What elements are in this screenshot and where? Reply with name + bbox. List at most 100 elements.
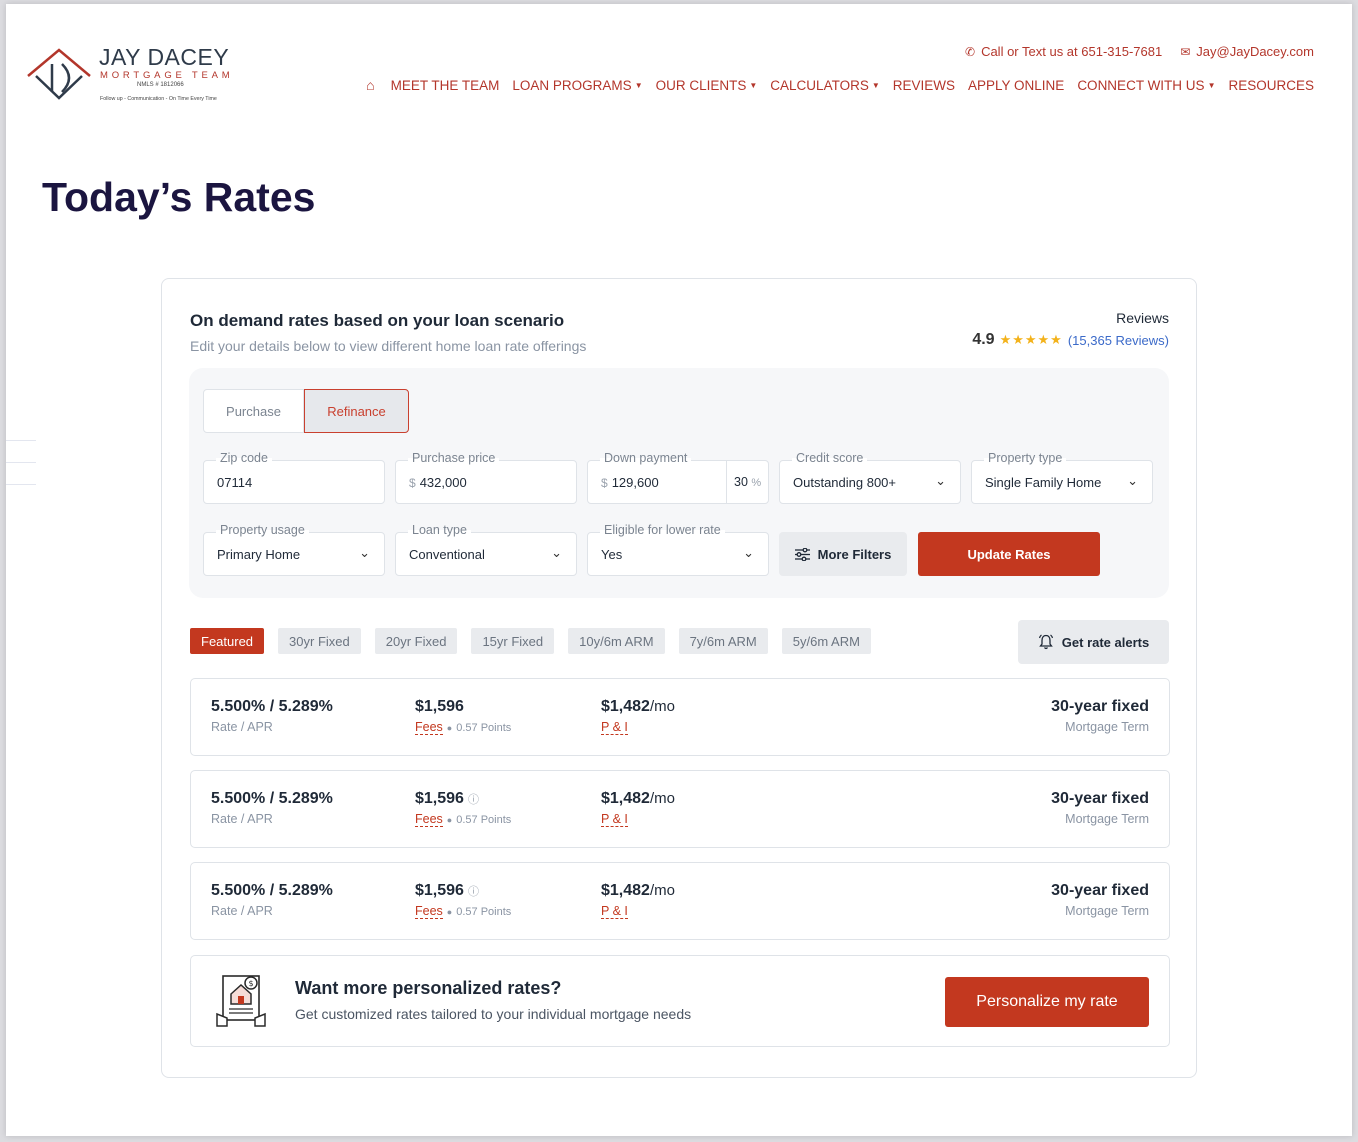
rate-apr-value: 5.500% / 5.289% [211, 882, 333, 899]
payment-value: $1,482 [601, 790, 650, 807]
payment-line: $1,482/mo [601, 698, 675, 716]
tab-15yr-fixed[interactable]: 15yr Fixed [471, 628, 555, 654]
points-value: 0.57 Points [456, 906, 512, 918]
more-filters-button[interactable]: More Filters [779, 532, 907, 576]
contact-bar: ✆ Call or Text us at 651-315-7681 ✉ Jay@Ja… [965, 44, 1314, 59]
home-icon[interactable]: ⌂ [366, 77, 374, 93]
nav-item-resources[interactable]: RESOURCES [1228, 78, 1314, 93]
nav-label: CONNECT WITH US [1077, 77, 1205, 93]
fees-value: $1,596 [415, 698, 464, 715]
property-usage-select[interactable]: Property usage Primary Home ⌄ [203, 523, 385, 576]
nav-item-apply-online[interactable]: APPLY ONLINE [968, 78, 1064, 93]
credit-score-value: Outstanding 800+ [793, 475, 896, 490]
nav-item-loan-programs[interactable]: LOAN PROGRAMS ▼ [512, 78, 642, 93]
house-document-icon: $ [216, 975, 266, 1027]
tab-5y-6m-arm[interactable]: 5y/6m ARM [781, 628, 871, 654]
nav-item-reviews[interactable]: REVIEWS [893, 78, 955, 93]
promo-subtext: Get customized rates tailored to your in… [295, 1006, 692, 1022]
brand-logo[interactable]: JAY DACEY MORTGAGE TEAM NMLS # 1812066 F… [26, 44, 246, 106]
payment-line: $1,482/mo [601, 882, 675, 900]
info-icon[interactable]: ⓘ [468, 794, 479, 806]
rate-col: 5.500% / 5.289% Rate / APR [211, 698, 333, 734]
background-line [6, 440, 36, 441]
rate-row[interactable]: 5.500% / 5.289% Rate / APR $1,596 Fees ● 0… [190, 678, 1170, 756]
field-label: Down payment [600, 451, 692, 465]
svg-text:$: $ [249, 979, 254, 988]
tab-featured[interactable]: Featured [190, 628, 265, 654]
loan-type-select[interactable]: Loan type Conventional ⌄ [395, 523, 577, 576]
chevron-down-icon: ⌄ [935, 473, 946, 488]
currency-prefix: $ [409, 476, 416, 490]
payment-unit: /mo [649, 698, 675, 715]
nav-item-meet-the-team[interactable]: MEET THE TEAM [391, 78, 500, 93]
fees-col: $1,596 Fees ● 0.57 Points [415, 698, 512, 735]
bell-icon [1038, 634, 1053, 650]
payment-label[interactable]: P & I [601, 720, 628, 735]
percent-sign: % [751, 477, 762, 489]
payment-line: $1,482/mo [601, 790, 675, 808]
update-rates-button[interactable]: Update Rates [918, 532, 1100, 576]
payment-label-line: P & I [601, 812, 675, 827]
payment-label[interactable]: P & I [601, 812, 628, 827]
rate-row[interactable]: 5.500% / 5.289% Rate / APR $1,596 ⓘ Fees ●… [190, 862, 1170, 940]
refinance-toggle[interactable]: Refinance [304, 389, 409, 433]
credit-score-select[interactable]: Credit score Outstanding 800+ ⌄ [779, 451, 961, 504]
chevron-down-icon: ⌄ [359, 545, 370, 560]
down-payment-percent-input[interactable]: 30 % [726, 461, 768, 503]
tab-7y-6m-arm[interactable]: 7y/6m ARM [678, 628, 768, 654]
caret-down-icon: ▼ [749, 81, 758, 91]
rate-col: 5.500% / 5.289% Rate / APR [211, 790, 333, 826]
loan-term-tabs: Featured 30yr Fixed 20yr Fixed 15yr Fixe… [190, 628, 871, 654]
term-value: 30-year fixed [1051, 790, 1149, 807]
rate-apr-value: 5.500% / 5.289% [211, 698, 333, 715]
brand-tagline: Follow up - Communication - On Time Ever… [100, 96, 217, 102]
purchase-price-field[interactable]: Purchase price $432,000 [395, 451, 577, 504]
down-payment-field[interactable]: Down payment $129,600 30 % [587, 451, 769, 504]
term-value: 30-year fixed [1051, 882, 1149, 899]
payment-label[interactable]: P & I [601, 904, 628, 919]
bullet-separator: ● [446, 815, 453, 825]
field-label: Zip code [216, 451, 272, 465]
purchase-toggle[interactable]: Purchase [203, 389, 304, 433]
tab-30yr-fixed[interactable]: 30yr Fixed [278, 628, 361, 654]
rate-row[interactable]: 5.500% / 5.289% Rate / APR $1,596 ⓘ Fees ●… [190, 770, 1170, 848]
nav-item-connect-with-us[interactable]: CONNECT WITH US ▼ [1077, 78, 1215, 93]
fees-line-top: $1,596 ⓘ [415, 790, 511, 808]
property-type-select[interactable]: Property type Single Family Home ⌄ [971, 451, 1153, 504]
background-line [6, 484, 36, 485]
fees-label[interactable]: Fees [415, 904, 443, 919]
chevron-down-icon: ⌄ [743, 545, 754, 560]
down-payment-value-wrap: $129,600 [601, 475, 659, 490]
brand-name: JAY DACEY [99, 44, 230, 70]
mail-icon: ✉ [1180, 45, 1191, 59]
down-payment-percent: 30 [734, 475, 748, 489]
email-link[interactable]: ✉ Jay@JayDacey.com [1180, 44, 1314, 59]
field-label: Eligible for lower rate [600, 523, 725, 537]
star-rating-icon: ★★★★★ [999, 332, 1063, 347]
tab-20yr-fixed[interactable]: 20yr Fixed [374, 628, 458, 654]
eligible-lower-rate-select[interactable]: Eligible for lower rate Yes ⌄ [587, 523, 769, 576]
page-title: Today’s Rates [42, 174, 316, 220]
nav-item-our-clients[interactable]: OUR CLIENTS ▼ [656, 78, 758, 93]
fees-label[interactable]: Fees [415, 720, 443, 735]
promo-heading: Want more personalized rates? [295, 978, 562, 998]
card-subheading: Edit your details below to view differen… [190, 338, 587, 354]
phone-link[interactable]: ✆ Call or Text us at 651-315-7681 [965, 44, 1162, 59]
rate-col: 5.500% / 5.289% Rate / APR [211, 882, 333, 918]
personalize-rate-button[interactable]: Personalize my rate [945, 977, 1149, 1027]
info-icon[interactable]: ⓘ [468, 886, 479, 898]
payment-value: $1,482 [601, 882, 650, 899]
zip-code-field[interactable]: Zip code 07114 [203, 451, 385, 504]
reviews-count-link[interactable]: (15,365 Reviews) [1068, 333, 1169, 348]
field-label: Property type [984, 451, 1067, 465]
caret-down-icon: ▼ [1207, 81, 1216, 91]
get-rate-alerts-button[interactable]: Get rate alerts [1018, 620, 1169, 664]
payment-col: $1,482/mo P & I [601, 882, 675, 919]
rate-apr-label: Rate / APR [211, 720, 273, 734]
reviews-summary: 4.9 ★★★★★ (15,365 Reviews) [972, 331, 1169, 349]
card-heading: On demand rates based on your loan scena… [190, 311, 565, 330]
fees-label[interactable]: Fees [415, 812, 443, 827]
tab-10y-6m-arm[interactable]: 10y/6m ARM [568, 628, 665, 654]
nav-item-calculators[interactable]: CALCULATORS ▼ [770, 78, 879, 93]
points-value: 0.57 Points [456, 722, 512, 734]
